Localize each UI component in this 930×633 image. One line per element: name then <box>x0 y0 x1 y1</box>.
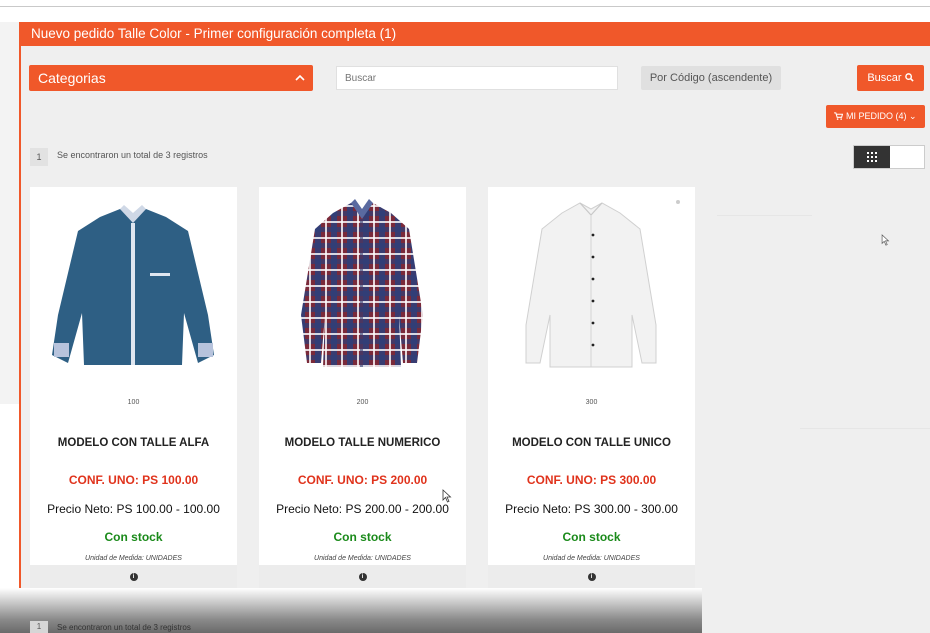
product-code: 100 <box>127 399 140 406</box>
categories-dropdown[interactable]: Categorias <box>29 65 313 91</box>
bottom-page-number[interactable]: 1 <box>30 621 48 633</box>
window-title: Nuevo pedido Talle Color - Primer config… <box>21 22 930 46</box>
product-card[interactable]: 100 MODELO CON TALLE ALFA CONF. UNO: PS … <box>30 187 237 590</box>
product-stock: Con stock <box>333 530 392 544</box>
product-unit: Unidad de Medida: UNIDADES <box>85 555 182 562</box>
product-footer: i <box>30 565 237 590</box>
grid-view-button[interactable] <box>854 146 890 168</box>
divider <box>800 428 930 429</box>
list-view-button[interactable] <box>890 146 924 168</box>
product-name[interactable]: MODELO CON TALLE ALFA <box>40 437 227 450</box>
grid-icon <box>867 152 877 162</box>
divider <box>717 215 812 216</box>
product-code: 200 <box>356 399 369 406</box>
cart-icon <box>834 111 846 121</box>
product-image[interactable] <box>496 195 687 375</box>
product-net-price: Precio Neto: PS 200.00 - 200.00 <box>276 502 449 516</box>
info-icon[interactable]: i <box>129 573 138 581</box>
mouse-cursor-icon <box>881 233 890 251</box>
my-order-label: MI PEDIDO <box>845 111 893 121</box>
my-order-count: (4) <box>895 111 907 121</box>
product-net-price: Precio Neto: PS 300.00 - 300.00 <box>505 502 678 516</box>
view-toggle <box>853 145 925 169</box>
records-summary: Se encontraron un total de 3 registros <box>57 150 208 160</box>
search-button[interactable]: Buscar <box>857 65 924 91</box>
product-net-price: Precio Neto: PS 100.00 - 100.00 <box>47 502 220 516</box>
product-code: 300 <box>585 399 598 406</box>
product-unit: Unidad de Medida: UNIDADES <box>314 555 411 562</box>
product-unit: Unidad de Medida: UNIDADES <box>543 555 640 562</box>
product-image[interactable] <box>267 195 458 375</box>
mouse-cursor-icon <box>442 489 452 508</box>
search-icon <box>904 72 914 84</box>
product-stock: Con stock <box>562 530 621 544</box>
search-button-label: Buscar <box>867 72 902 84</box>
info-icon[interactable]: i <box>358 573 367 581</box>
page-number[interactable]: 1 <box>30 148 48 166</box>
bottom-records-summary: Se encontraron un total de 3 registros <box>57 623 191 632</box>
product-conf-price: CONF. UNO: PS 100.00 <box>68 473 199 487</box>
product-footer: i <box>488 565 695 590</box>
product-conf-price: CONF. UNO: PS 200.00 <box>297 473 428 487</box>
left-strip <box>0 22 19 404</box>
categories-label: Categorias <box>38 70 106 86</box>
top-divider <box>0 6 930 7</box>
info-icon[interactable]: i <box>587 573 596 581</box>
sort-button[interactable]: Por Código (ascendente) <box>641 66 781 90</box>
product-footer: i <box>259 565 466 590</box>
product-name[interactable]: MODELO TALLE NUMERICO <box>269 437 456 450</box>
product-card[interactable]: 300 MODELO CON TALLE UNICO CONF. UNO: PS… <box>488 187 695 590</box>
product-name[interactable]: MODELO CON TALLE UNICO <box>498 437 685 450</box>
caret-down-icon: ⌄ <box>909 111 917 121</box>
product-stock: Con stock <box>104 530 163 544</box>
chevron-up-icon <box>295 65 305 100</box>
product-image[interactable] <box>38 195 229 375</box>
product-card[interactable]: 200 MODELO TALLE NUMERICO CONF. UNO: PS … <box>259 187 466 590</box>
my-order-button[interactable]: MI PEDIDO (4) ⌄ <box>826 105 925 128</box>
search-input[interactable] <box>336 66 618 90</box>
product-conf-price: CONF. UNO: PS 300.00 <box>526 473 657 487</box>
